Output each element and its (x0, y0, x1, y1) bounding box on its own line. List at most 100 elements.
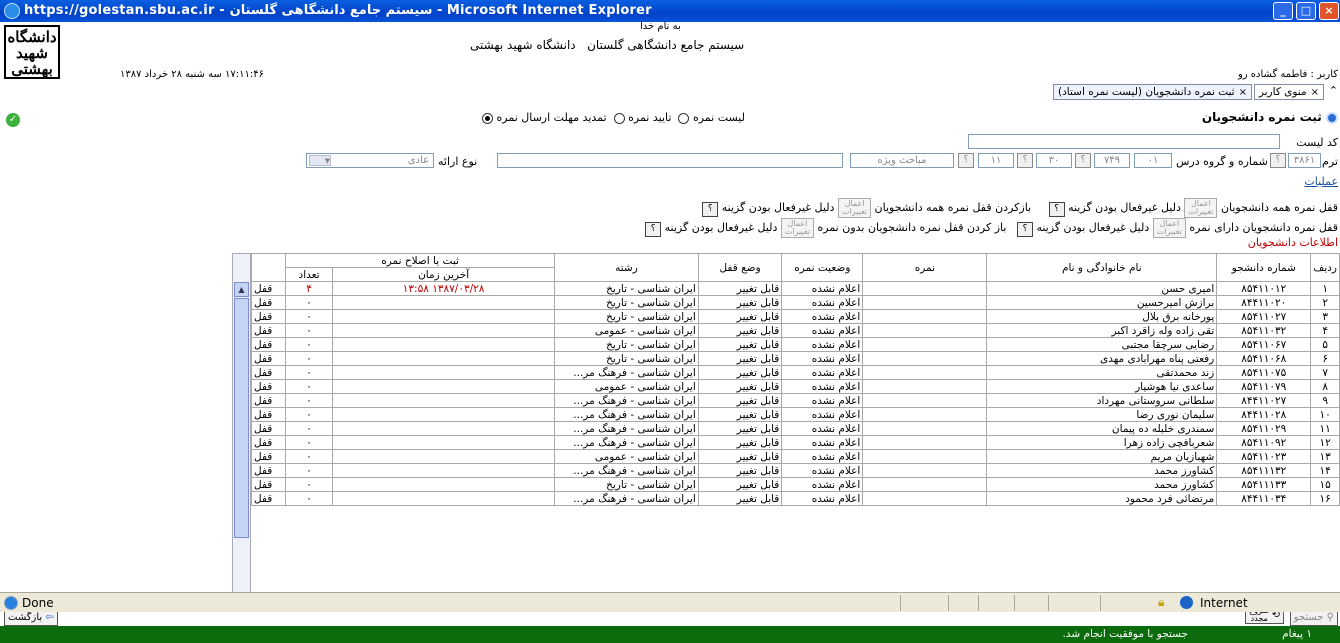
table-row[interactable]: ۲ ۸۴۴۱۱۰۲۰ برازش امیرحسین اعلام نشده قابل تغ… (250, 295, 1340, 310)
table-row[interactable]: ۱۱ ۸۵۴۱۱۰۲۹ سمندری خلیله ده پیمان اعلام نشد… (250, 421, 1340, 436)
close-button[interactable]: × (1319, 2, 1339, 20)
grade-cell[interactable] (862, 449, 988, 464)
table-row[interactable]: ۱۶ ۸۴۴۱۱۰۳۴ مرتضائی فرد محمود اعلام نشده قاب… (250, 491, 1340, 506)
grade-cell[interactable] (862, 435, 988, 450)
reason-help-button[interactable]: ؟ (1016, 222, 1033, 237)
tab-grade-entry[interactable]: × ثبت نمره دانشجویان (لیست نمره استاد) (1053, 84, 1252, 100)
lock-cell: قفل (250, 449, 287, 464)
table-row[interactable]: ۸ ۸۵۴۱۱۰۷۹ ساعدی نیا هوشیار اعلام نشده قابل … (250, 379, 1340, 394)
apply-lock-all-button[interactable]: اعمال تغییرات (1184, 198, 1218, 218)
grade-cell[interactable] (862, 337, 988, 352)
current-user: کاربر : فاطمه گشاده رو (1237, 69, 1338, 80)
table-row[interactable]: ۱۰ ۸۴۴۱۱۰۲۸ سلیمان نوری رضا اعلام نشده قابل … (250, 407, 1340, 422)
table-row[interactable]: ۱ ۸۵۴۱۱۰۱۲ امیری حسن اعلام نشده قابل تغییر ای… (250, 281, 1340, 296)
close-tab-icon[interactable]: × (1311, 87, 1319, 98)
lock-status-cell: قابل تغییر (697, 435, 783, 450)
apply-unlock-ungraded-button[interactable]: اعمال تغییرات (780, 218, 814, 238)
grade-cell[interactable] (862, 295, 988, 310)
lock-status-cell: قابل تغییر (697, 393, 783, 408)
maximize-button[interactable]: □ (1296, 2, 1316, 20)
scroll-up-icon[interactable]: ▲ (234, 282, 249, 297)
scroll-thumb[interactable] (234, 298, 249, 538)
table-row[interactable]: ۱۵ ۸۵۴۱۱۱۳۳ کشاورز محمد اعلام نشده قابل تغیی… (250, 477, 1340, 492)
student-name: سلیمان نوری رضا (986, 407, 1218, 422)
grade-cell[interactable] (862, 323, 988, 338)
grade-cell[interactable] (862, 309, 988, 324)
basmala: به نام خدا (640, 21, 681, 32)
grade-cell[interactable] (862, 477, 988, 492)
count-cell: ۰ (285, 449, 334, 464)
reason-help-button[interactable]: ؟ (1048, 202, 1065, 217)
table-row[interactable]: ۷ ۸۵۴۱۱۰۷۵ زند محمدتقی اعلام نشده قابل تغییر… (250, 365, 1340, 380)
table-row[interactable]: ۱۳ ۸۵۴۱۱۰۲۳ شهبازیان مریم اعلام نشده قابل تغ… (250, 449, 1340, 464)
grade-cell[interactable] (862, 351, 988, 366)
form-title: ثبت نمره دانشجویان (1202, 110, 1338, 124)
course-group-input[interactable]: ۷۴۹ (1094, 153, 1130, 168)
list-code-input[interactable] (968, 134, 1280, 149)
field4-help-button[interactable]: ؟ (958, 153, 974, 168)
row-number: ۲ (1310, 295, 1340, 310)
close-tab-icon[interactable]: × (1239, 87, 1247, 98)
grade-cell[interactable] (862, 407, 988, 422)
radio-extend-deadline[interactable] (482, 112, 493, 124)
minimize-button[interactable]: _ (1273, 2, 1293, 20)
operations-link[interactable]: عملیات (1304, 175, 1338, 188)
row-number: ۹ (1310, 393, 1340, 408)
collapse-chevron-icon[interactable]: ⌃ (1329, 84, 1338, 97)
table-row[interactable]: ۹ ۸۴۴۱۱۰۲۷ سلطانی سروستانی مهرداد اعلام نشد… (250, 393, 1340, 408)
grade-status-cell: اعلام نشده (781, 295, 864, 310)
col-row: ردیف (1310, 253, 1340, 282)
course-field-3[interactable]: ۳۰ (1036, 153, 1072, 168)
tab-user-menu[interactable]: × منوی کاربر (1253, 84, 1324, 100)
lock-cell: قفل (250, 421, 287, 436)
table-scrollbar[interactable]: ▲ (232, 253, 251, 606)
reason-label: دلیل غیرفعال بودن گزینه (1036, 221, 1150, 234)
grade-cell[interactable] (862, 365, 988, 380)
grade-cell[interactable] (862, 281, 988, 296)
presentation-select[interactable]: عادی ▼ (306, 153, 434, 168)
grade-status-cell: اعلام نشده (781, 407, 864, 422)
course-number-input[interactable]: ۰۱ (1134, 153, 1172, 168)
back-button[interactable]: ⇦ بازگشت (4, 610, 58, 626)
grade-cell[interactable] (862, 421, 988, 436)
special-topics-input[interactable]: مباحث ویژه (850, 153, 954, 168)
course-field-4[interactable]: ۱۱ (978, 153, 1014, 168)
table-row[interactable]: ۶ ۸۵۴۱۱۰۶۸ رفعتی پناه مهرابادی مهدی اعلام ن… (250, 351, 1340, 366)
apply-unlock-all-button[interactable]: اعمال تغییرات (837, 198, 872, 218)
messages-count[interactable]: ۱ پیغام (1282, 626, 1312, 643)
term-input[interactable]: ۳۸۶۱ (1288, 153, 1321, 168)
field-cell: ایران شناسی - فرهنگ مر... (554, 365, 699, 380)
grade-cell[interactable] (862, 379, 988, 394)
field3-help-button[interactable]: ؟ (1017, 153, 1033, 168)
field-cell: ایران شناسی - تاریخ (554, 309, 699, 324)
grade-cell[interactable] (862, 491, 988, 506)
count-cell: ۰ (285, 393, 334, 408)
last-time-cell (332, 477, 556, 492)
grade-cell[interactable] (862, 463, 988, 478)
course-help-button[interactable]: ؟ (1075, 153, 1091, 168)
dropdown-arrow-icon[interactable]: ▼ (309, 155, 331, 166)
row-number: ۱۰ (1310, 407, 1340, 422)
radio-grade-confirm[interactable] (613, 112, 625, 124)
table-row[interactable]: ۱۲ ۸۵۴۱۱۰۹۲ شعربافچی زاده زهرا اعلام نشده قا… (250, 435, 1340, 450)
reason-help-button[interactable]: ؟ (702, 202, 719, 217)
table-row[interactable]: ۴ ۸۵۴۱۱۰۳۲ تقی زاده وله زاقرد اکبر اعلام نش… (250, 323, 1340, 338)
search-button[interactable]: ⚲ جستجو (1289, 610, 1338, 626)
grade-cell[interactable] (862, 393, 988, 408)
special-topics-name[interactable] (497, 153, 843, 168)
table-row[interactable]: ۳ ۸۵۴۱۱۰۲۷ پورخانه برق بلال اعلام نشده قابل … (250, 309, 1340, 324)
unlock-all-label: بازکردن قفل نمره همه دانشجویان (874, 201, 1032, 214)
apply-lock-graded-button[interactable]: اعمال تغییرات (1152, 218, 1186, 238)
confirm-check-icon[interactable]: ✓ (6, 113, 20, 127)
table-row[interactable]: ۵ ۸۵۴۱۱۰۶۷ رضایی سرچقا مجتبی اعلام نشده قابل… (250, 337, 1340, 352)
radio-grade-list[interactable] (678, 112, 690, 124)
reason-help-button[interactable]: ؟ (645, 222, 662, 237)
student-number: ۸۵۴۱۱۱۳۲ (1216, 463, 1312, 478)
field-cell: ایران شناسی - عمومی (554, 379, 699, 394)
field-cell: ایران شناسی - فرهنگ مر... (554, 463, 699, 478)
lock-status-cell: قابل تغییر (697, 407, 783, 422)
reason-label: دلیل غیرفعال بودن گزینه (1068, 201, 1181, 214)
table-row[interactable]: ۱۴ ۸۵۴۱۱۱۳۲ کشاورز محمد اعلام نشده قابل تغیی… (250, 463, 1340, 478)
term-help-button[interactable]: ؟ (1270, 153, 1286, 168)
row-number: ۱۶ (1310, 491, 1340, 506)
